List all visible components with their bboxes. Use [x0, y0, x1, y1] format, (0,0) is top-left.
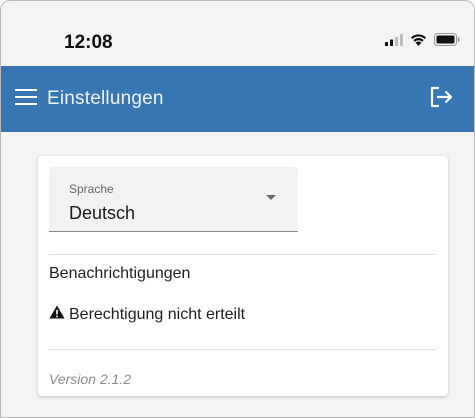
settings-content: Sprache Deutsch Benachrichtigungen Berec…: [1, 132, 474, 396]
phone-frame: 12:08 Einstellungen Sprache Deutsch Bena…: [0, 0, 475, 418]
version-label: Version 2.1.2: [49, 371, 131, 387]
status-time: 12:08: [64, 32, 113, 53]
notifications-title: Benachrichtigungen: [49, 265, 191, 282]
hamburger-menu-icon: [15, 88, 37, 111]
battery-icon: [434, 33, 460, 51]
logout-icon: [429, 86, 453, 113]
status-bar: 12:08: [1, 1, 474, 66]
wifi-icon: [410, 33, 427, 51]
notification-permission-warning: Berechtigung nicht erteilt: [49, 305, 435, 324]
app-bar: Einstellungen: [1, 66, 474, 132]
settings-card: Sprache Deutsch Benachrichtigungen Berec…: [38, 156, 448, 396]
status-icons: [385, 33, 460, 51]
warning-text: Berechtigung nicht erteilt: [69, 305, 246, 323]
divider: [49, 254, 435, 255]
language-select[interactable]: Sprache Deutsch: [49, 167, 298, 232]
page-title: Einstellungen: [47, 88, 164, 109]
logout-button[interactable]: [426, 85, 456, 113]
menu-button[interactable]: [11, 85, 41, 113]
divider: [49, 349, 435, 350]
chevron-down-icon: [266, 195, 276, 200]
warning-icon: [49, 305, 65, 324]
cellular-signal-icon: [385, 33, 403, 51]
language-select-value: Deutsch: [69, 203, 136, 223]
language-select-label: Sprache: [69, 182, 114, 196]
